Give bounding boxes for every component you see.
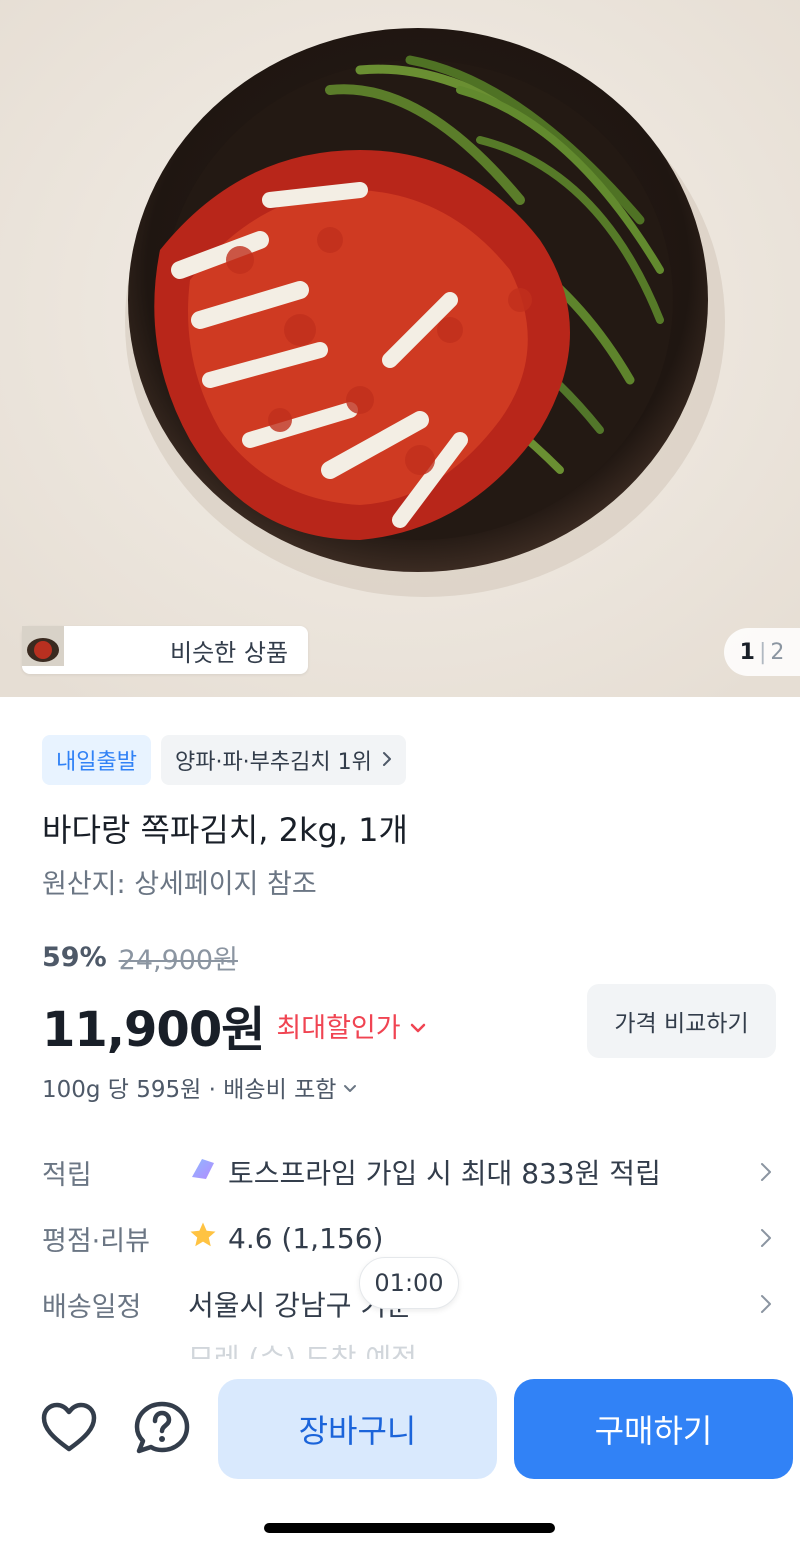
buy-now-button[interactable]: 구매하기: [514, 1379, 793, 1479]
unit-price-label: 100g 당 595원 · 배송비 포함: [42, 1077, 337, 1103]
unit-price-row[interactable]: 100g 당 595원 · 배송비 포함: [42, 1070, 358, 1104]
delivery-eta: 모레 (수) 도착 예정: [188, 1342, 417, 1359]
chevron-right-icon: [752, 1162, 772, 1182]
chevron-right-icon: [382, 748, 392, 772]
add-to-cart-button[interactable]: 장바구니: [218, 1379, 497, 1479]
product-origin: 원산지: 상세페이지 참조: [42, 869, 317, 900]
similar-thumbnails: [22, 626, 158, 670]
similar-products-chip[interactable]: 비슷한 상품: [22, 626, 308, 674]
discount-row: 59% 24,900원: [42, 938, 238, 977]
chevron-right-icon: [752, 1228, 772, 1248]
sale-price: 11,900원: [42, 1002, 265, 1058]
points-value: 토스프라임 가입 시 최대 833원 적립: [228, 1157, 661, 1190]
similar-thumbnail: [22, 626, 158, 670]
category-ranking-label: 양파·파·부추김치 1위: [174, 750, 372, 775]
rating-value: 4.6 (1,156): [228, 1221, 384, 1255]
image-page-indicator: 1 | 2: [724, 628, 800, 676]
chevron-down-icon: [342, 1074, 358, 1100]
page-total: 2: [770, 639, 785, 665]
price-row: 11,900원 최대할인가: [42, 990, 427, 1060]
page-separator: |: [758, 639, 767, 665]
similar-thumbnail: [22, 626, 114, 670]
product-title: 바다랑 쪽파김치, 2kg, 1개: [42, 811, 408, 849]
rating-label: 평점·리뷰: [42, 1225, 150, 1257]
heart-icon: [40, 1402, 98, 1458]
category-ranking-badge[interactable]: 양파·파·부추김치 1위: [160, 735, 406, 785]
home-indicator: [264, 1523, 555, 1533]
page-current: 1: [739, 639, 755, 665]
inquiry-button[interactable]: [132, 1400, 192, 1460]
similar-products-label: 비슷한 상품: [170, 638, 289, 667]
chevron-right-icon: [752, 1294, 772, 1314]
product-image[interactable]: 비슷한 상품 1 | 2: [0, 0, 800, 697]
points-row[interactable]: 적립 토스프라임 가입 시 최대 833원 적립: [42, 1150, 772, 1194]
chevron-down-icon: [409, 1010, 427, 1041]
timer-bubble: 01:00: [359, 1257, 459, 1309]
kimchi-plate-illustration: [0, 0, 800, 697]
max-discount-toggle[interactable]: 최대할인가: [276, 1006, 426, 1045]
departure-badge-label: 내일출발: [56, 750, 137, 775]
question-icon: [133, 1400, 191, 1460]
toss-prime-icon: [188, 1155, 218, 1190]
delivery-label: 배송일정: [42, 1291, 142, 1323]
original-price: 24,900원: [118, 945, 238, 976]
star-icon: [188, 1220, 218, 1257]
max-discount-label: 최대할인가: [276, 1012, 401, 1044]
departure-badge: 내일출발: [42, 735, 151, 785]
product-badges: 내일출발 양파·파·부추김치 1위: [42, 735, 406, 785]
points-label: 적립: [42, 1159, 92, 1191]
price-compare-button[interactable]: 가격 비교하기: [587, 984, 776, 1058]
rating-row[interactable]: 평점·리뷰 4.6 (1,156): [42, 1216, 772, 1260]
discount-rate: 59%: [42, 942, 107, 973]
wishlist-button[interactable]: [39, 1402, 99, 1458]
